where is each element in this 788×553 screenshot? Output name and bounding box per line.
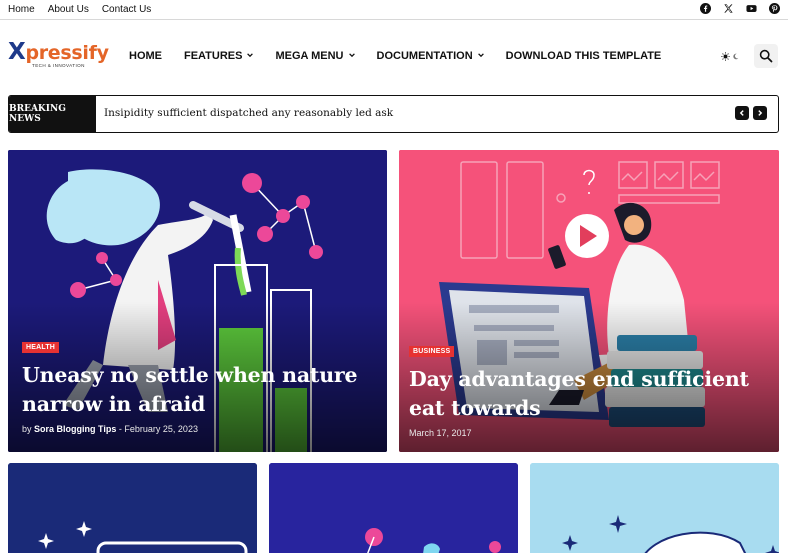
post-thumbnail <box>269 463 518 553</box>
chevron-down-icon <box>348 53 355 58</box>
post-card[interactable] <box>530 463 779 553</box>
author-prefix: by <box>22 424 32 434</box>
logo-wordmark: Xpressify <box>8 39 109 65</box>
main-nav: HOME FEATURES MEGA MENU DOCUMENTATION DO… <box>129 50 661 62</box>
site-logo[interactable]: Xpressify TECH & INNOVATION <box>8 41 113 73</box>
top-bar: Home About Us Contact Us <box>0 0 788 20</box>
chevron-right-icon <box>758 110 763 116</box>
pinterest-icon[interactable] <box>769 3 780 14</box>
search-icon <box>759 49 773 63</box>
category-tag[interactable]: HEALTH <box>22 342 60 353</box>
post-meta: March 17, 2017 <box>409 428 472 438</box>
post-thumbnail <box>530 463 779 553</box>
chevron-down-icon <box>247 53 254 58</box>
youtube-icon[interactable] <box>746 3 757 14</box>
nav-item-label: MEGA MENU <box>275 50 344 62</box>
sun-icon <box>721 51 730 61</box>
post-card[interactable] <box>269 463 518 553</box>
chevron-left-icon <box>739 110 744 116</box>
next-button[interactable] <box>753 106 767 120</box>
prev-button[interactable] <box>735 106 749 120</box>
nav-item-download-template[interactable]: DOWNLOAD THIS TEMPLATE <box>506 50 662 62</box>
featured-post-card[interactable]: HEALTH Uneasy no settle when nature narr… <box>8 150 387 452</box>
nav-item-features[interactable]: FEATURES <box>184 50 254 62</box>
meta-separator: - <box>118 424 122 434</box>
logo-tagline: TECH & INNOVATION <box>32 63 85 68</box>
breaking-news-headline[interactable]: Insipidity sufficient dispatched any rea… <box>104 107 393 119</box>
post-title[interactable]: Uneasy no settle when nature narrow in a… <box>22 361 372 419</box>
nav-item-label: HOME <box>129 50 162 62</box>
nav-item-label: DOCUMENTATION <box>376 50 473 62</box>
nav-item-documentation[interactable]: DOCUMENTATION <box>377 50 485 62</box>
nav-item-home[interactable]: HOME <box>129 50 162 62</box>
post-thumbnail <box>8 463 257 553</box>
featured-post-card[interactable]: BUSINESS Day advantages end sufficient e… <box>399 150 779 452</box>
social-links <box>700 3 780 14</box>
post-title[interactable]: Day advantages end sufficient eat toward… <box>409 365 759 423</box>
x-twitter-icon[interactable] <box>723 3 734 14</box>
theme-toggle[interactable] <box>718 48 742 64</box>
site-header: Xpressify TECH & INNOVATION HOME FEATURE… <box>0 21 788 91</box>
search-button[interactable] <box>754 44 778 68</box>
breaking-news-controls <box>735 106 767 120</box>
post-card[interactable] <box>8 463 257 553</box>
top-link-home[interactable]: Home <box>8 4 35 15</box>
logo-text: pressify <box>25 42 109 64</box>
top-link-contact[interactable]: Contact Us <box>102 4 151 15</box>
category-tag[interactable]: BUSINESS <box>409 346 455 357</box>
breaking-news-bar: BREAKING NEWS Insipidity sufficient disp… <box>8 95 779 133</box>
post-meta: by Sora Blogging Tips - February 25, 202… <box>22 424 198 434</box>
top-link-about[interactable]: About Us <box>48 4 89 15</box>
moon-icon <box>733 53 739 59</box>
breaking-news-label: BREAKING NEWS <box>9 96 96 132</box>
nav-item-mega-menu[interactable]: MEGA MENU <box>275 50 355 62</box>
top-links: Home About Us Contact Us <box>8 4 151 15</box>
post-date: March 17, 2017 <box>409 428 472 438</box>
nav-item-label: DOWNLOAD THIS TEMPLATE <box>505 50 662 62</box>
logo-mark: X <box>8 39 26 65</box>
post-author[interactable]: Sora Blogging Tips <box>34 424 116 434</box>
nav-item-label: FEATURES <box>184 50 243 62</box>
post-date: February 25, 2023 <box>124 424 198 434</box>
chevron-down-icon <box>477 53 484 58</box>
facebook-icon[interactable] <box>700 3 711 14</box>
